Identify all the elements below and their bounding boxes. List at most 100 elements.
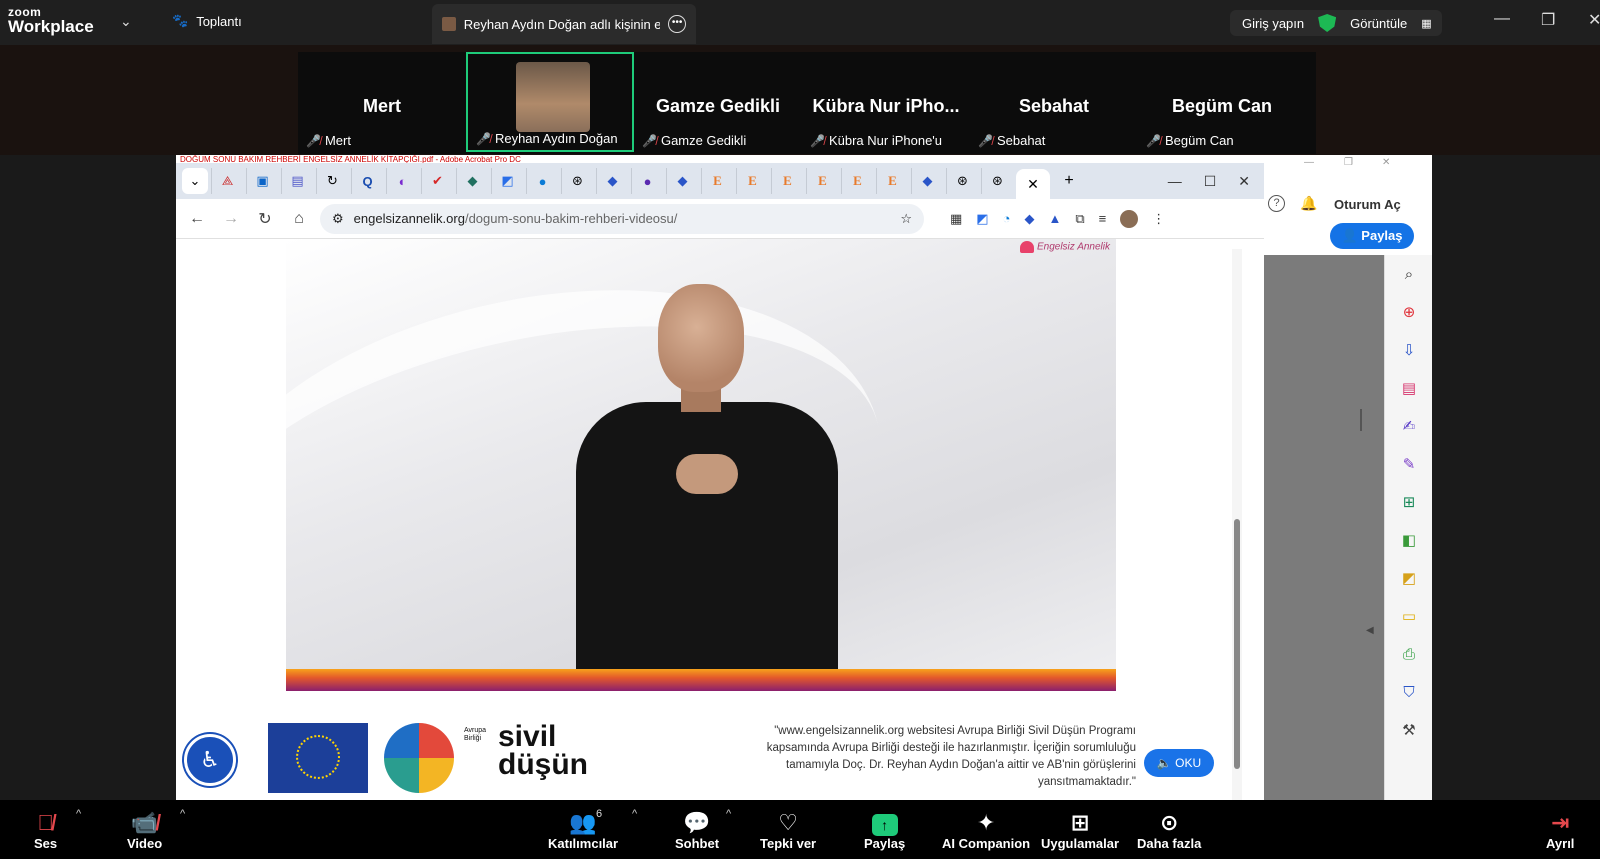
acrobat-close-icon[interactable]: ✕ bbox=[1382, 157, 1390, 168]
tab-openai[interactable]: ⊛ bbox=[946, 168, 978, 194]
tab-app[interactable]: ◆ bbox=[911, 168, 943, 194]
extensions-puzzle-icon[interactable]: ⧉ bbox=[1075, 211, 1084, 227]
more-options-icon[interactable]: ••• bbox=[668, 15, 686, 33]
tab-adobe[interactable]: ⟁ bbox=[211, 168, 243, 194]
login-button[interactable]: Giriş yapın bbox=[1242, 16, 1304, 31]
chat-caret-icon[interactable]: ^ bbox=[726, 808, 731, 820]
restore-icon[interactable]: ❐ bbox=[1541, 10, 1555, 30]
participant-tile-active[interactable]: 🎤̸ Reyhan Aydın Doğan bbox=[466, 52, 634, 152]
tab-app[interactable]: ◐ bbox=[386, 168, 418, 194]
acrobat-minimize-icon[interactable]: — bbox=[1304, 157, 1314, 168]
close-icon[interactable]: ✕ bbox=[1588, 10, 1600, 30]
tab-e[interactable]: E bbox=[736, 168, 768, 194]
tab-edge[interactable]: ● bbox=[526, 168, 558, 194]
new-tab-icon[interactable]: + bbox=[1053, 168, 1085, 194]
tab-app[interactable]: ● bbox=[631, 168, 663, 194]
more-button[interactable]: ⊙ Daha fazla bbox=[1137, 810, 1201, 851]
minimize-icon[interactable]: — bbox=[1494, 10, 1510, 28]
extension-icon[interactable]: ▦ bbox=[950, 211, 962, 227]
chevron-down-icon[interactable]: ⌄ bbox=[120, 13, 132, 30]
react-button[interactable]: ♡ Tepki ver bbox=[760, 810, 816, 851]
tab-e[interactable]: E bbox=[841, 168, 873, 194]
tab-search-icon[interactable]: ⌄ bbox=[182, 168, 208, 194]
audio-options-caret-icon[interactable]: ^ bbox=[76, 808, 81, 820]
browser-minimize-icon[interactable]: — bbox=[1168, 173, 1182, 190]
help-icon[interactable]: ? bbox=[1268, 195, 1285, 212]
address-bar[interactable]: ⚙ engelsizannelik.org/dogum-sonu-bakim-r… bbox=[320, 203, 924, 234]
forward-icon[interactable]: → bbox=[218, 210, 244, 228]
share-screen-button[interactable]: ↑ Paylaş bbox=[864, 810, 905, 851]
page-scrollbar[interactable] bbox=[1232, 249, 1242, 800]
zoom-workplace-logo[interactable]: zoom Workplace bbox=[8, 6, 94, 35]
video-options-caret-icon[interactable]: ^ bbox=[180, 808, 185, 820]
participants-caret-icon[interactable]: ^ bbox=[632, 808, 637, 820]
reload-icon[interactable]: ↻ bbox=[252, 209, 278, 229]
participant-tile[interactable]: Gamze Gedikli 🎤̸ Gamze Gedikli bbox=[634, 52, 802, 152]
acrobat-restore-icon[interactable]: ❐ bbox=[1344, 157, 1353, 168]
participant-tile[interactable]: Mert 🎤̸ Mert bbox=[298, 52, 466, 152]
chat-button[interactable]: 💬 Sohbet bbox=[675, 810, 719, 851]
site-info-icon[interactable]: ⚙ bbox=[332, 211, 344, 227]
profile-avatar[interactable] bbox=[1120, 209, 1139, 228]
tab-close-icon[interactable]: ✕ bbox=[1016, 169, 1050, 199]
tab-e[interactable]: E bbox=[771, 168, 803, 194]
tab-check[interactable]: ✔ bbox=[421, 168, 453, 194]
apps-button[interactable]: ⊞ Uygulamalar bbox=[1041, 810, 1119, 851]
tab-app[interactable]: ◆ bbox=[596, 168, 628, 194]
protect-icon[interactable]: ⛉ bbox=[1397, 681, 1421, 705]
accessibility-button[interactable]: ♿ bbox=[184, 734, 236, 786]
view-button[interactable]: Görüntüle bbox=[1350, 16, 1407, 31]
tab-teams[interactable]: ▤ bbox=[281, 168, 313, 194]
tab-e[interactable]: E bbox=[876, 168, 908, 194]
tab-app[interactable]: ↻ bbox=[316, 168, 348, 194]
export-pdf-icon[interactable]: ⇩ bbox=[1397, 339, 1421, 363]
tab-app[interactable]: ◆ bbox=[666, 168, 698, 194]
scrollbar-thumb[interactable] bbox=[1234, 519, 1240, 769]
acrobat-share-button[interactable]: 👤 Paylaş bbox=[1330, 223, 1414, 249]
home-icon[interactable]: ⌂ bbox=[286, 210, 312, 228]
audio-button[interactable]: 🎙̸ Ses bbox=[34, 810, 57, 851]
translate-extension-icon[interactable]: ◩ bbox=[976, 211, 988, 227]
collapse-arrow-icon[interactable]: ◀ bbox=[1366, 625, 1374, 636]
edit-pdf-icon[interactable]: ⊞ bbox=[1397, 491, 1421, 515]
participant-tile[interactable]: Begüm Can 🎤̸ Begüm Can bbox=[1138, 52, 1306, 152]
meeting-menu[interactable]: 🐾 Toplantı bbox=[172, 13, 242, 29]
notification-bell-icon[interactable]: 🔔 bbox=[1300, 195, 1317, 212]
video-button[interactable]: 📹̸ Video bbox=[127, 810, 162, 851]
sign-icon[interactable]: ✍ bbox=[1397, 415, 1421, 439]
pdf-canvas[interactable]: ◀ bbox=[1264, 255, 1384, 800]
compare-icon[interactable]: ◧ bbox=[1397, 529, 1421, 553]
tab-app[interactable]: ◆ bbox=[456, 168, 488, 194]
bookmark-star-icon[interactable]: ☆ bbox=[900, 211, 912, 227]
tab-translate[interactable]: ◩ bbox=[491, 168, 523, 194]
create-pdf-icon[interactable]: ⊕ bbox=[1397, 301, 1421, 325]
organize-pages-icon[interactable]: ▤ bbox=[1397, 377, 1421, 401]
back-icon[interactable]: ← bbox=[184, 210, 210, 228]
participant-tile[interactable]: Sebahat 🎤̸ Sebahat bbox=[970, 52, 1138, 152]
zoom-search-icon[interactable]: ⌕ bbox=[1397, 263, 1421, 287]
browser-close-icon[interactable]: ✕ bbox=[1238, 173, 1250, 190]
extension-icon[interactable]: ◔ bbox=[1003, 211, 1011, 226]
browser-menu-icon[interactable]: ⋮ bbox=[1152, 211, 1165, 227]
extension-icon[interactable]: ▲ bbox=[1048, 211, 1061, 226]
read-aloud-button[interactable]: 🔈 OKU bbox=[1144, 749, 1214, 777]
comment-icon[interactable]: ▭ bbox=[1397, 605, 1421, 629]
more-tools-icon[interactable]: ⚒ bbox=[1397, 719, 1421, 743]
fill-sign-icon[interactable]: ✎ bbox=[1397, 453, 1421, 477]
leave-button[interactable]: ⇥ Ayrıl bbox=[1546, 810, 1574, 851]
tab-outlook[interactable]: ▣ bbox=[246, 168, 278, 194]
tab-q[interactable]: Q bbox=[351, 168, 383, 194]
participant-tile[interactable]: Kübra Nur iPho... 🎤̸ Kübra Nur iPhone'u bbox=[802, 52, 970, 152]
ai-companion-button[interactable]: ✦ AI Companion bbox=[942, 810, 1030, 851]
participants-button[interactable]: 👥 Katılımcılar bbox=[548, 810, 618, 851]
sign-in-link[interactable]: Oturum Aç bbox=[1334, 197, 1401, 212]
send-for-review-icon[interactable]: ◩ bbox=[1397, 567, 1421, 591]
grid-view-icon[interactable]: ▦ bbox=[1421, 17, 1431, 30]
tab-openai[interactable]: ⊛ bbox=[561, 168, 593, 194]
pane-splitter[interactable] bbox=[1360, 409, 1362, 431]
print-icon[interactable]: ⎙ bbox=[1397, 643, 1421, 667]
tab-e[interactable]: E bbox=[806, 168, 838, 194]
screen-share-tab[interactable]: Reyhan Aydın Doğan adlı kişinin e ••• bbox=[432, 4, 696, 44]
sign-language-video[interactable]: Engelsiz Annelik bbox=[286, 239, 1116, 691]
tab-e[interactable]: E bbox=[701, 168, 733, 194]
